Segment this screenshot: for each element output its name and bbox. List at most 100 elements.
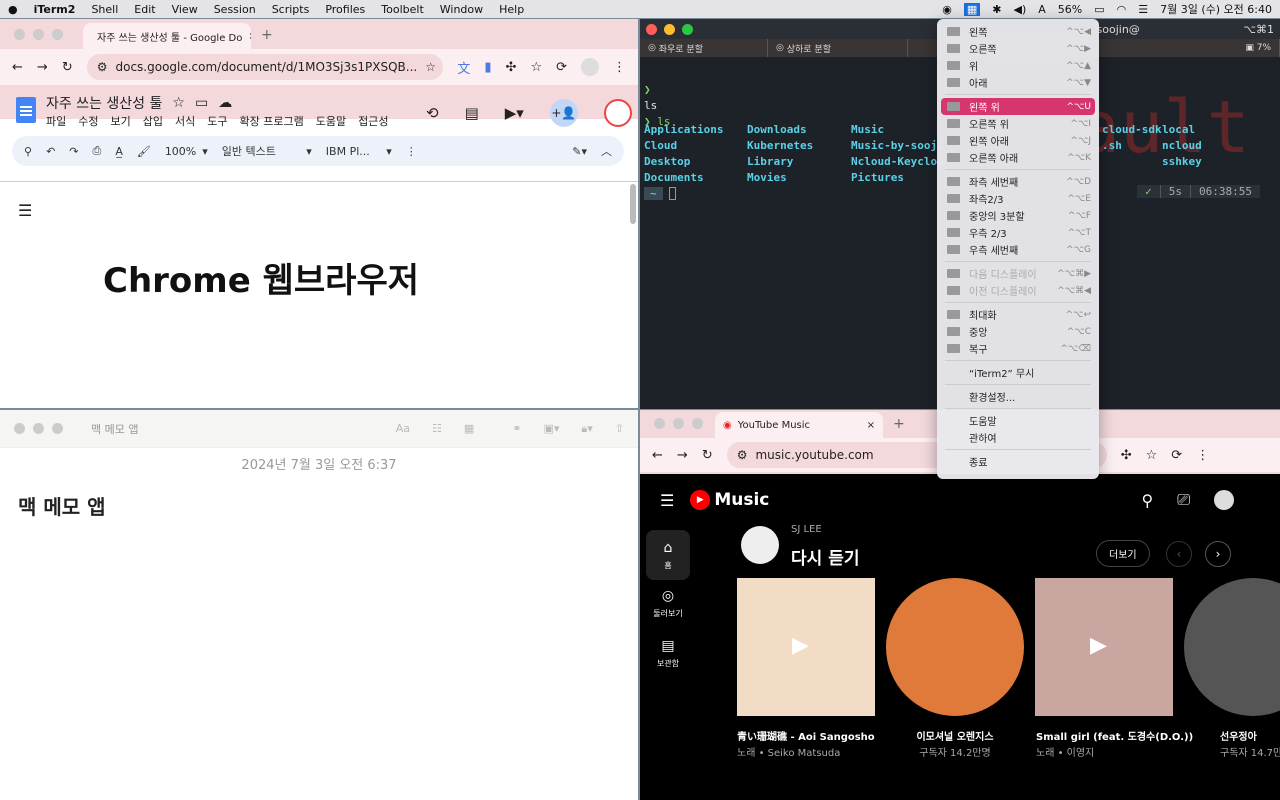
play-icon[interactable]: ▶: [792, 633, 809, 658]
user-avatar[interactable]: [741, 526, 779, 564]
card-thumb[interactable]: [886, 578, 1024, 716]
menu-item-top[interactable]: 위 ^⌥▲: [937, 57, 1099, 74]
menu-view-doc[interactable]: 보기: [111, 113, 131, 129]
minimize-button[interactable]: [33, 28, 44, 40]
battery-percent[interactable]: 56%: [1058, 3, 1082, 16]
ytm-zoom-button[interactable]: [692, 417, 703, 429]
menu-item-bottom-right[interactable]: 오른쪽 아래 ^⌥K: [937, 149, 1099, 166]
back-icon[interactable]: ←: [652, 448, 663, 463]
menu-shell[interactable]: Shell: [83, 3, 126, 16]
menu-item-left[interactable]: 왼쪽 ^⌥◀: [937, 23, 1099, 40]
input-source-icon[interactable]: A: [1038, 3, 1046, 16]
chat-icon[interactable]: ◉: [942, 3, 952, 16]
notes-zoom-button[interactable]: [52, 423, 63, 434]
zoom-select[interactable]: 100% ▾: [165, 145, 208, 158]
account-avatar[interactable]: [1214, 490, 1234, 510]
iterm-minimize-button[interactable]: [664, 23, 675, 35]
font-select[interactable]: IBM Pl... ▾: [326, 145, 392, 158]
menu-profiles[interactable]: Profiles: [317, 3, 373, 16]
menu-scripts[interactable]: Scripts: [264, 3, 318, 16]
menu-item-top-right[interactable]: 오른쪽 위 ^⌥I: [937, 115, 1099, 132]
menu-item-first-two-thirds[interactable]: 좌측2/3 ^⌥E: [937, 190, 1099, 207]
collaborate-icon[interactable]: ⚭: [512, 422, 521, 435]
close-button[interactable]: [14, 28, 25, 40]
menu-item-bottom-left[interactable]: 왼쪽 아래 ^⌥J: [937, 132, 1099, 149]
card-title[interactable]: 이모셔널 오렌지스: [886, 728, 1024, 743]
tab-split-horizontal[interactable]: ◎ 좌우로 분할: [640, 39, 768, 57]
print-icon[interactable]: ⎙: [93, 144, 102, 158]
card-title[interactable]: 선우정아: [1220, 728, 1280, 743]
share-button[interactable]: +👤: [549, 99, 578, 127]
menu-window[interactable]: Window: [432, 3, 491, 16]
nav-explore[interactable]: ◎ 둘러보기: [646, 588, 690, 619]
menu-tools[interactable]: 도구: [207, 113, 227, 129]
wifi-icon[interactable]: ◠: [1117, 3, 1127, 16]
menu-view[interactable]: View: [164, 3, 206, 16]
tab-ytm[interactable]: ◉ YouTube Music ×: [715, 412, 883, 438]
menu-item-quit[interactable]: 종료: [937, 453, 1099, 470]
extensions-icon[interactable]: ✣: [1121, 448, 1132, 463]
menu-item-help[interactable]: 도움말: [937, 412, 1099, 429]
menu-item-center-third[interactable]: 중앙의 3분할 ^⌥F: [937, 207, 1099, 224]
rectangle-icon[interactable]: ▦: [963, 2, 981, 16]
back-icon[interactable]: ←: [12, 60, 23, 75]
docs-logo-icon[interactable]: [16, 97, 36, 123]
menu-item-ignore-app[interactable]: “iTerm2” 무시: [937, 364, 1099, 381]
menu-item-center[interactable]: 중앙 ^⌥C: [937, 323, 1099, 340]
menu-item-last-two-thirds[interactable]: 우측 2/3 ^⌥T: [937, 224, 1099, 241]
search-icon[interactable]: ⚲: [1141, 491, 1153, 510]
apple-icon[interactable]: ●: [0, 3, 26, 16]
tab-close-icon[interactable]: ×: [867, 420, 875, 431]
menu-toolbelt[interactable]: Toolbelt: [373, 3, 432, 16]
menu-item-about[interactable]: 관하여: [937, 429, 1099, 446]
chrome-menu-icon[interactable]: ⋮: [1196, 448, 1209, 463]
comments-icon[interactable]: ▤: [465, 104, 479, 122]
bluetooth-icon[interactable]: ✱: [992, 3, 1001, 16]
menu-item-top-left[interactable]: 왼쪽 위 ^⌥U: [941, 98, 1095, 115]
menu-edit[interactable]: Edit: [126, 3, 163, 16]
notes-close-button[interactable]: [14, 423, 25, 434]
battery-icon[interactable]: ▭: [1094, 3, 1104, 16]
forward-icon[interactable]: →: [677, 448, 688, 463]
new-tab-icon[interactable]: +: [251, 27, 273, 49]
star-icon[interactable]: ☆: [172, 95, 185, 111]
address-bar[interactable]: ⚙ docs.google.com/document/d/1MO3Sj3s1PX…: [86, 54, 444, 80]
control-center-icon[interactable]: ☰: [1138, 3, 1148, 16]
version-history-icon[interactable]: ⟲: [426, 104, 439, 122]
extensions-icon[interactable]: ✣: [506, 60, 517, 75]
menu-item-restore[interactable]: 복구 ^⌥⌫: [937, 340, 1099, 357]
menu-insert[interactable]: 삽입: [143, 113, 163, 129]
card-title[interactable]: 青い珊瑚礁 - Aoi Sangosho: [737, 728, 875, 743]
menu-item-right[interactable]: 오른쪽 ^⌥▶: [937, 40, 1099, 57]
paint-format-icon[interactable]: 🖌: [137, 145, 151, 158]
media-icon[interactable]: ▣▾: [543, 422, 559, 435]
more-button[interactable]: 더보기: [1096, 540, 1150, 567]
card-thumb[interactable]: ▶: [737, 578, 875, 716]
menu-help[interactable]: Help: [491, 3, 532, 16]
cast-icon[interactable]: ⎚: [1177, 490, 1190, 510]
menu-extensions[interactable]: 확장 프로그램: [240, 113, 304, 129]
menu-accessibility[interactable]: 접근성: [358, 113, 388, 129]
menu-item-first-third[interactable]: 좌측 세번째 ^⌥D: [937, 173, 1099, 190]
extension-icon-rect[interactable]: ▮: [484, 60, 491, 75]
card-thumb[interactable]: [1184, 578, 1280, 716]
menu-help-doc[interactable]: 도움말: [316, 113, 346, 129]
editing-mode-icon[interactable]: ✎▾: [572, 145, 587, 158]
card-title[interactable]: Small girl (feat. 도경수(D.O.)): [1036, 728, 1193, 743]
spellcheck-icon[interactable]: A̲: [115, 145, 123, 158]
format-text-icon[interactable]: Aa: [396, 422, 410, 435]
chrome-menu-icon[interactable]: ⋮: [613, 60, 626, 75]
tab-gdoc[interactable]: 자주 쓰는 생산성 툴 - Google Do ×: [83, 23, 251, 49]
nav-library[interactable]: ▤ 보관함: [646, 638, 690, 669]
reload-icon[interactable]: ↻: [62, 60, 73, 75]
reload-icon[interactable]: ↻: [702, 448, 713, 463]
lock-icon[interactable]: 🔒︎▾: [581, 422, 592, 436]
zoom-button[interactable]: [52, 28, 63, 40]
collapse-toolbar-icon[interactable]: ︿: [601, 143, 612, 159]
menu-edit-doc[interactable]: 수정: [78, 113, 98, 129]
translate-icon[interactable]: 文: [457, 58, 470, 77]
outline-icon[interactable]: ☰: [18, 201, 32, 220]
move-folder-icon[interactable]: ▭: [195, 95, 208, 111]
table-icon[interactable]: ▦: [464, 422, 474, 435]
meet-icon[interactable]: ▶▾: [505, 104, 524, 122]
